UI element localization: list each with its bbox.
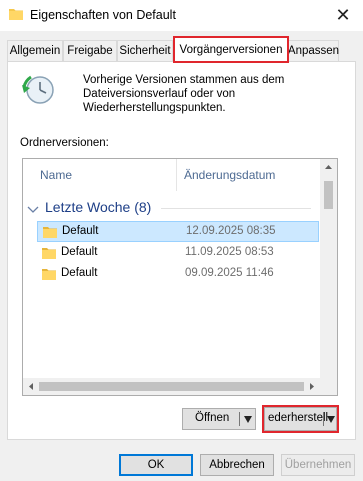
- description-text: Vorherige Versionen stammen aus dem Date…: [83, 74, 285, 114]
- cancel-button[interactable]: Abbrechen: [200, 454, 274, 476]
- tab-vorgaengerversionen[interactable]: Vorgängerversionen: [173, 36, 289, 63]
- group-header[interactable]: Letzte Woche (8): [23, 197, 319, 219]
- group-divider: [161, 208, 311, 209]
- tab-sicherheit[interactable]: Sicherheit: [117, 40, 173, 61]
- group-label: Letzte Woche (8): [45, 199, 152, 215]
- ok-button[interactable]: OK: [119, 454, 193, 476]
- vertical-scrollbar[interactable]: [320, 159, 337, 378]
- scrollbar-corner: [320, 378, 337, 395]
- list-item[interactable]: Default 09.09.2025 11:46: [37, 264, 319, 285]
- open-button[interactable]: Öffnen: [182, 408, 256, 430]
- horizontal-scroll-thumb[interactable]: [39, 382, 304, 391]
- folder-icon: [42, 269, 56, 280]
- versions-list[interactable]: Name Änderungsdatum Letzte Woche (8) Def…: [22, 158, 338, 396]
- previous-versions-icon: [22, 75, 54, 104]
- item-date: 09.09.2025 11:46: [185, 267, 274, 279]
- list-item[interactable]: Default 11.09.2025 08:53: [37, 243, 319, 264]
- item-name: Default: [61, 246, 98, 258]
- scroll-up-icon[interactable]: [320, 159, 337, 176]
- folder-icon: [42, 248, 56, 259]
- scroll-left-icon[interactable]: [23, 378, 40, 395]
- item-name: Default: [61, 267, 98, 279]
- title-bar: Eigenschaften von Default ✕: [0, 0, 363, 31]
- tab-freigabe[interactable]: Freigabe: [63, 40, 117, 61]
- folder-versions-label: Ordnerversionen:: [20, 137, 109, 149]
- dropdown-arrow-icon[interactable]: [327, 416, 335, 423]
- close-button[interactable]: ✕: [323, 0, 363, 31]
- column-header-date[interactable]: Änderungsdatum: [184, 159, 275, 191]
- vertical-scroll-thumb[interactable]: [324, 181, 333, 209]
- tab-anpassen[interactable]: Anpassen: [288, 40, 339, 61]
- restore-button[interactable]: ederherstell: [262, 405, 339, 433]
- open-label: Öffnen: [195, 412, 230, 424]
- split-separator: [323, 412, 324, 426]
- item-name: Default: [62, 225, 99, 237]
- close-icon: ✕: [335, 5, 351, 25]
- dropdown-arrow-icon[interactable]: [244, 416, 252, 423]
- folder-icon: [43, 227, 57, 238]
- scroll-right-icon[interactable]: [303, 378, 320, 395]
- split-separator: [239, 412, 240, 426]
- apply-button[interactable]: Übernehmen: [281, 454, 355, 476]
- list-item[interactable]: Default 12.09.2025 08:35: [37, 221, 319, 242]
- tab-allgemein[interactable]: Allgemein: [7, 40, 63, 61]
- horizontal-scrollbar[interactable]: [23, 378, 320, 395]
- item-date: 11.09.2025 08:53: [185, 246, 274, 258]
- item-date: 12.09.2025 08:35: [186, 225, 276, 237]
- column-header-name[interactable]: Name: [40, 159, 72, 191]
- chevron-down-icon: [27, 206, 39, 213]
- column-separator[interactable]: [176, 159, 177, 191]
- folder-icon: [9, 9, 23, 20]
- window-title: Eigenschaften von Default: [30, 8, 176, 22]
- restore-label: ederherstell: [268, 412, 329, 424]
